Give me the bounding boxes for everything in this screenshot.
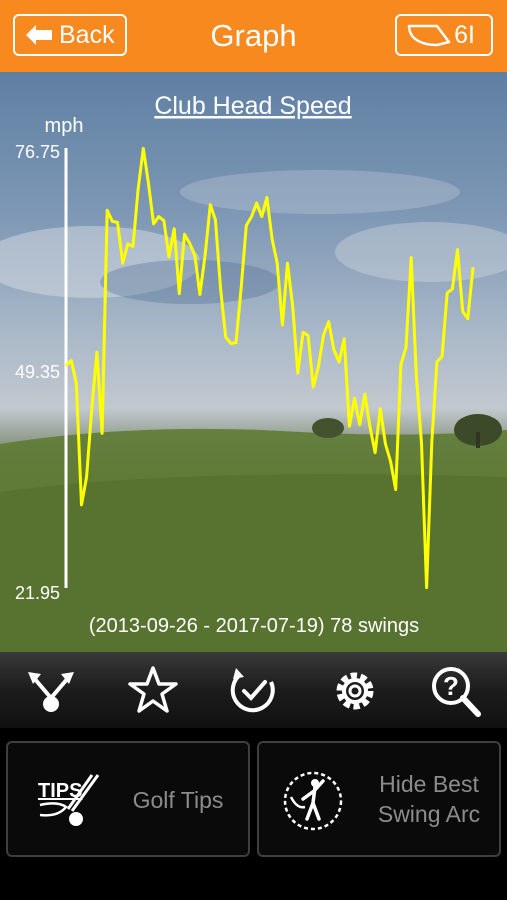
star-icon[interactable] xyxy=(126,664,180,718)
help-search-icon[interactable]: ? xyxy=(428,664,482,718)
hide-best-arc-label-line1: Hide Best xyxy=(379,771,479,797)
club-head-speed-chart: Club Head Speed mph 76.75 49.35 21.95 (2… xyxy=(0,92,507,652)
gear-icon[interactable] xyxy=(328,664,382,718)
graph-panel: Club Head Speed mph 76.75 49.35 21.95 (2… xyxy=(0,72,507,652)
y-tick-label-mid: 49.35 xyxy=(15,362,60,382)
share-nodes-icon[interactable] xyxy=(24,664,78,718)
golf-tips-icon: TIPS xyxy=(38,774,100,826)
club-label: 6I xyxy=(454,20,475,49)
golf-tips-button[interactable]: TIPS Golf Tips xyxy=(6,741,250,857)
header-bar: Back Graph 6I xyxy=(0,0,507,72)
hide-best-swing-arc-button[interactable]: Hide Best Swing Arc xyxy=(257,741,501,857)
club-select-button[interactable]: 6I xyxy=(395,14,493,56)
bottom-panel: TIPS Golf Tips Hide Best Swing Arc xyxy=(0,728,507,900)
golf-tips-label: Golf Tips xyxy=(132,787,224,813)
toolbar: ? xyxy=(0,652,507,728)
y-tick-label-max: 76.75 xyxy=(15,142,60,162)
chart-summary: (2013-09-26 - 2017-07-19) 78 swings xyxy=(89,615,419,637)
y-axis-unit: mph xyxy=(45,115,84,137)
hide-best-arc-label-line2: Swing Arc xyxy=(377,801,481,827)
svg-text:?: ? xyxy=(443,671,459,701)
golf-club-icon xyxy=(407,24,451,47)
history-clock-icon[interactable] xyxy=(227,664,281,718)
y-tick-label-min: 21.95 xyxy=(15,583,60,603)
chart-title: Club Head Speed xyxy=(154,92,351,120)
swing-arc-icon xyxy=(283,771,343,831)
